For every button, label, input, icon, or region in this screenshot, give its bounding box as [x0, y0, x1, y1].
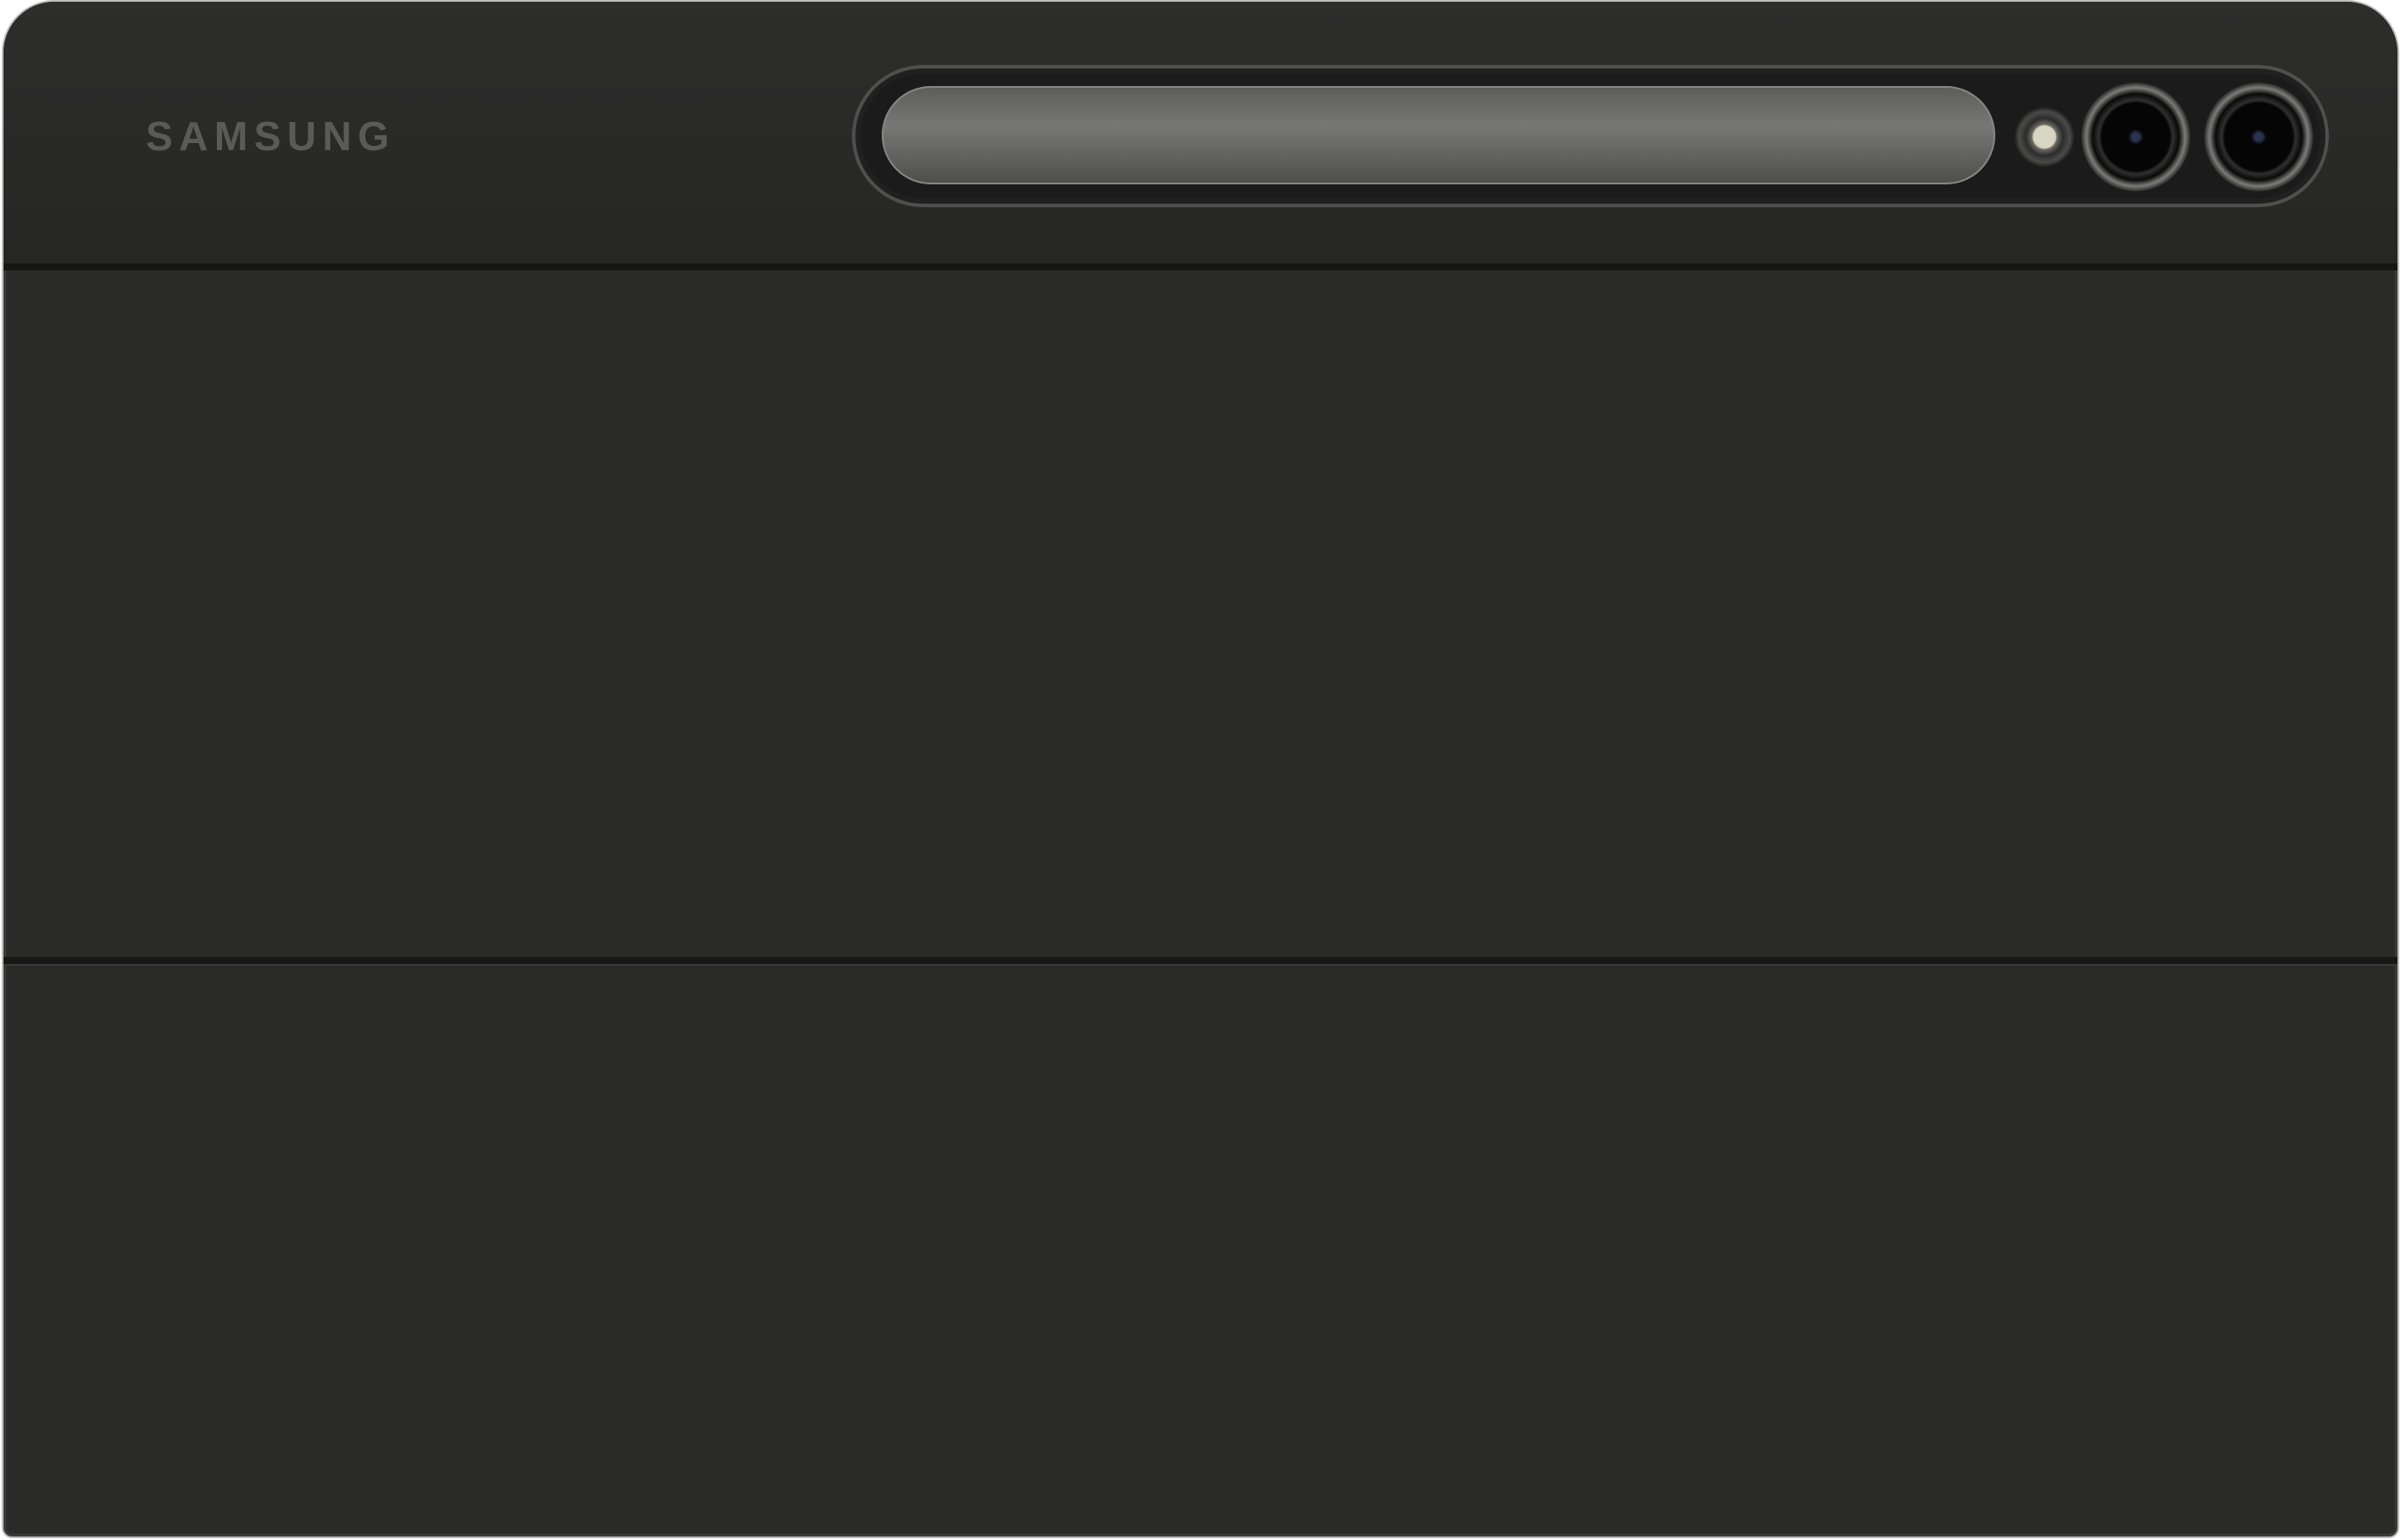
camera-lens-icon — [2204, 83, 2313, 191]
tablet-keyboard-cover: SAMSUNG — [4, 2, 2397, 1536]
camera-lens-icon — [2081, 83, 2190, 191]
fold-seam — [4, 957, 2397, 964]
flash-icon — [2015, 107, 2074, 167]
brand-logo: SAMSUNG — [146, 113, 396, 159]
stylus-pen — [882, 86, 1995, 184]
camera-band: SAMSUNG — [4, 2, 2397, 270]
